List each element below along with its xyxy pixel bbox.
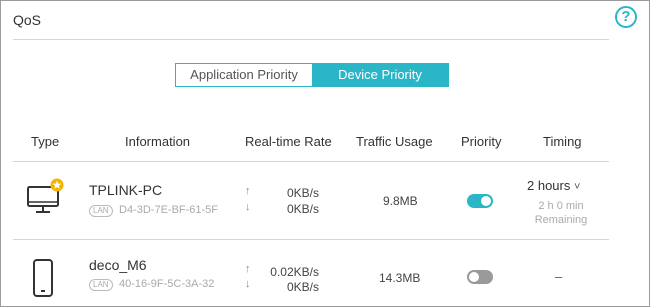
connection-badge: LAN [89, 279, 113, 291]
column-header-traffic-usage: Traffic Usage [356, 134, 433, 149]
column-header-type: Type [31, 134, 60, 149]
page-title: QoS [13, 12, 42, 28]
chevron-down-icon: ˅ [574, 181, 581, 193]
download-arrow-icon: ↓ [245, 201, 251, 213]
download-rate: 0KB/s [286, 202, 319, 216]
remaining-label: Remaining [534, 214, 588, 226]
row-divider [13, 239, 609, 240]
title-divider [13, 39, 609, 40]
traffic-usage: 9.8MB [383, 194, 418, 208]
priority-toggle[interactable] [467, 270, 493, 284]
device-name: deco_M6 [89, 257, 147, 273]
upload-arrow-icon: ↑ [245, 263, 251, 275]
upload-arrow-icon: ↑ [245, 185, 251, 197]
remaining-time: 2 h 0 min [538, 200, 584, 212]
column-header-timing: Timing [543, 134, 582, 149]
timing-value: 2 hours [527, 178, 571, 193]
qos-panel: QoS ? Application Priority Device Priori… [0, 0, 650, 307]
timing-remaining: 2 h 0 min Remaining [521, 199, 601, 227]
priority-tabs: Application Priority Device Priority [175, 63, 449, 87]
download-rate: 0KB/s [286, 280, 319, 294]
star-badge-icon [50, 178, 64, 192]
toggle-knob [481, 196, 491, 206]
question-circle-icon[interactable]: ? [615, 6, 637, 28]
upload-rate: 0.02KB/s [270, 265, 319, 279]
timing-empty: – [555, 269, 563, 284]
timing-select[interactable]: 2 hours ˅ [527, 178, 580, 193]
traffic-usage: 14.3MB [379, 271, 421, 285]
upload-rate: 0KB/s [286, 186, 319, 200]
column-header-realtime-rate: Real-time Rate [245, 134, 332, 149]
priority-toggle[interactable] [467, 194, 493, 208]
mac-address: 40-16-9F-5C-3A-32 [119, 278, 215, 290]
smartphone-icon [33, 259, 53, 297]
device-name: TPLINK-PC [89, 182, 163, 198]
column-header-priority: Priority [461, 134, 502, 149]
column-header-information: Information [125, 134, 191, 149]
tab-application-priority[interactable]: Application Priority [176, 64, 312, 86]
download-arrow-icon: ↓ [245, 278, 251, 290]
header-divider [13, 161, 609, 162]
tab-device-priority[interactable]: Device Priority [312, 64, 448, 86]
connection-badge: LAN [89, 205, 113, 217]
mac-address: D4-3D-7E-BF-61-5F [119, 204, 219, 216]
toggle-knob [469, 272, 479, 282]
